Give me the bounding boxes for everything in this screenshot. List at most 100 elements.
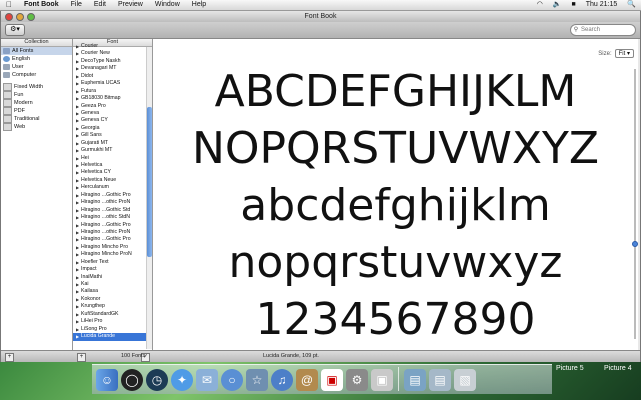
mail-icon[interactable]: ✉ [196, 369, 218, 391]
iphoto-icon[interactable]: ☆ [246, 369, 268, 391]
trash-icon[interactable]: ▧ [454, 369, 476, 391]
font-list-item[interactable]: ▶ Gill Sans [73, 132, 152, 139]
addressbook-icon[interactable]: @ [296, 369, 318, 391]
font-list-item[interactable]: ▶ Courier New [73, 50, 152, 57]
menu-app-name[interactable]: Font Book [18, 0, 65, 10]
collection-item-english[interactable]: English [1, 55, 72, 63]
collection-item-computer[interactable]: Computer [1, 71, 72, 79]
font-list-item[interactable]: ▶ Helvetica [73, 162, 152, 169]
font-list-item[interactable]: ▶ Gujarati MT [73, 140, 152, 147]
font-list-item[interactable]: ▶ Hiragino ...Gothic Std [73, 207, 152, 214]
font-list-item[interactable]: ▶ Kailasa [73, 288, 152, 295]
desktop-file-picture-4[interactable]: Picture 4 [604, 365, 632, 372]
font-list-item[interactable]: ▶ DecoType Naskh [73, 58, 152, 65]
menu-edit[interactable]: Edit [88, 0, 112, 10]
menu-preview[interactable]: Preview [112, 0, 149, 10]
font-list-item[interactable]: ▶ Gurmukhi MT [73, 147, 152, 154]
font-list-item[interactable]: ▶ Geneva CY [73, 117, 152, 124]
font-list-item[interactable]: ▶ Kai [73, 281, 152, 288]
close-button[interactable] [5, 13, 13, 21]
collection-group-modern[interactable]: Modern [1, 99, 72, 107]
preview-icon[interactable]: ▣ [371, 369, 393, 391]
font-list-item[interactable]: ▶ Krungthep [73, 303, 152, 310]
font-list-item[interactable]: ▶ Kokonor [73, 296, 152, 303]
collection-group-traditional[interactable]: Traditional [1, 115, 72, 123]
ichat-icon[interactable]: ○ [221, 369, 243, 391]
zoom-button[interactable] [27, 13, 35, 21]
collection-item-all-fonts[interactable]: All Fonts [1, 47, 72, 55]
airport-icon[interactable]: ◠ [532, 0, 548, 10]
apple-menu-icon[interactable]:  [0, 0, 18, 10]
action-gear-button[interactable]: ⚙▾ [5, 24, 25, 36]
slider-track [634, 69, 636, 339]
font-list-item[interactable]: ▶ LiHei Pro [73, 318, 152, 325]
font-list-item[interactable]: ▶ KufiStandardGK [73, 311, 152, 318]
font-list-item[interactable]: ▶ Helvetica Neue [73, 177, 152, 184]
user-icon [3, 64, 10, 70]
font-list-item[interactable]: ▶ Hiragino ...othic StdN [73, 214, 152, 221]
font-list-item[interactable]: ▶ Hei [73, 155, 152, 162]
font-list-scrollbar[interactable] [146, 47, 152, 349]
font-list-item[interactable]: ▶ Didot [73, 73, 152, 80]
font-list-item[interactable]: ▶ Hiragino ...othic ProN [73, 229, 152, 236]
font-list-item[interactable]: ▶ Hiragino ...Gothic Pro [73, 222, 152, 229]
font-list-item[interactable]: ▶ Impact [73, 266, 152, 273]
menu-file[interactable]: File [65, 0, 88, 10]
spotlight-icon[interactable]: 🔍 [622, 0, 641, 10]
size-select[interactable]: Fit ▾ [614, 49, 634, 58]
scrollbar-thumb[interactable] [147, 107, 152, 257]
font-list-item[interactable]: ▶ Euphemia UCAS [73, 80, 152, 87]
font-list-item[interactable]: ▶ Hiragino ...othic ProN [73, 199, 152, 206]
status-bar: + + ✓ 100 Fonts Lucida Grande, 109 pt. [1, 350, 640, 362]
desktop-file-picture-5[interactable]: Picture 5 [556, 365, 584, 372]
menu-window[interactable]: Window [149, 0, 186, 10]
documents-stack-icon[interactable]: ▤ [429, 369, 451, 391]
font-list-item[interactable]: ▶ Georgia [73, 125, 152, 132]
slider-knob[interactable] [632, 241, 638, 247]
add-collection-button[interactable]: + [5, 353, 14, 362]
system-preferences-icon[interactable]: ⚙ [346, 369, 368, 391]
font-list-item[interactable]: ▶ Hoefler Text [73, 259, 152, 266]
size-slider[interactable] [632, 69, 638, 339]
font-list-item[interactable]: ▶ GB18030 Bitmap [73, 95, 152, 102]
menu-bar:  Font Book File Edit Preview Window Hel… [0, 0, 641, 11]
font-list-item[interactable]: ▶ Lucida Grande [73, 333, 152, 341]
volume-icon[interactable]: 🔈 [548, 0, 567, 10]
font-list-item[interactable]: ▶ Geneva [73, 110, 152, 117]
itunes-icon[interactable]: ♫ [271, 369, 293, 391]
font-list-item[interactable]: ▶ Geeza Pro [73, 103, 152, 110]
font-list-item[interactable]: ▶ Helvetica CY [73, 169, 152, 176]
collection-group-web[interactable]: Web [1, 123, 72, 131]
collection-group-fixed-width[interactable]: Fixed Width [1, 83, 72, 91]
font-list-item[interactable]: ▶ Hiragino Mincho Pro [73, 244, 152, 251]
collection-item-user[interactable]: User [1, 63, 72, 71]
search-field[interactable]: ⚲ Search [570, 24, 636, 36]
font-list-item[interactable]: ▶ Hiragino ...Gothic Pro [73, 236, 152, 243]
font-list-item[interactable]: ▶ Herculanum [73, 184, 152, 191]
font-list-item[interactable]: ▶ LiSong Pro [73, 326, 152, 333]
flag-icon[interactable]: ■ [567, 0, 581, 10]
add-font-button[interactable]: + [77, 353, 86, 362]
collection-group-fun[interactable]: Fun [1, 91, 72, 99]
folder-icon [3, 115, 12, 123]
safari-icon[interactable]: ✦ [171, 369, 193, 391]
font-list-item[interactable]: ▶ InaiMathi [73, 274, 152, 281]
font-list-item[interactable]: ▶ Devanagari MT [73, 65, 152, 72]
font-list-item[interactable]: ▶ Futura [73, 88, 152, 95]
applications-folder-icon[interactable]: ▤ [404, 369, 426, 391]
ical-icon[interactable]: ▣ [321, 369, 343, 391]
collection-group-label: Modern [14, 100, 33, 106]
minimize-button[interactable] [16, 13, 24, 21]
timemachine-icon[interactable]: ◷ [146, 369, 168, 391]
finder-icon[interactable]: ☺ [96, 369, 118, 391]
menu-help[interactable]: Help [186, 0, 212, 10]
sample-line-digits: 1234567890 [255, 294, 536, 345]
menu-clock[interactable]: Thu 21:15 [581, 0, 623, 10]
font-list-item[interactable]: ▶ Hiragino ...Gothic Pro [73, 192, 152, 199]
folder-icon [3, 123, 12, 131]
dashboard-icon[interactable]: ◯ [121, 369, 143, 391]
font-name: Hiragino ...Gothic Pro [81, 191, 131, 198]
collection-group-pdf[interactable]: PDF [1, 107, 72, 115]
font-name: DecoType Naskh [81, 57, 121, 64]
font-list-item[interactable]: ▶ Hiragino Mincho ProN [73, 251, 152, 258]
